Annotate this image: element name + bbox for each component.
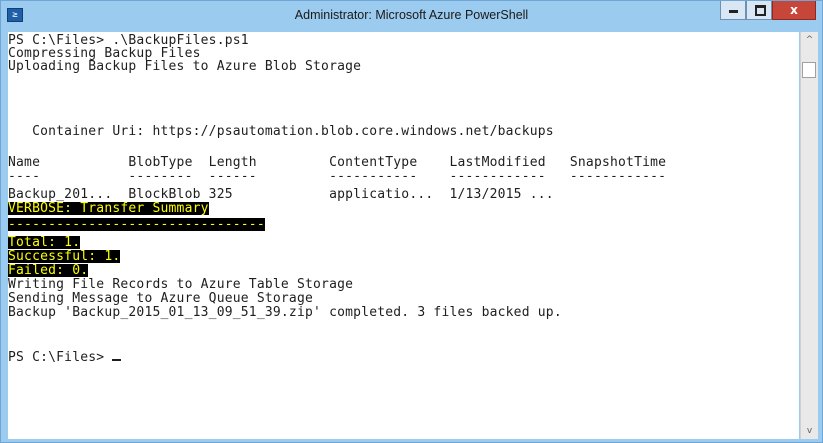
verbose-line: -------------------------------- [8,217,265,232]
scroll-up-icon[interactable]: ^ [801,32,818,48]
scroll-down-icon[interactable]: v [801,423,818,439]
minimize-button[interactable] [720,1,746,20]
text-cursor [112,359,122,361]
maximize-icon [755,5,766,16]
console-line: Writing File Records to Azure Table Stor… [8,277,354,292]
prompt-text: PS C:\Files> [8,350,113,365]
verbose-line: Failed: 0. [8,263,89,278]
table-row: Backup_201... BlockBlob 325 applicatio..… [8,187,554,202]
console-line: Container Uri: https://psautomation.blob… [8,124,554,139]
table-header-row: Name BlobType Length ContentType LastMod… [8,155,667,170]
table-separator-row: ---- -------- ------ ----------- -------… [8,169,667,184]
close-button[interactable]: x [772,1,816,20]
window-title: Administrator: Microsoft Azure PowerShel… [294,8,529,22]
verbose-line: VERBOSE: Transfer Summary [8,201,209,216]
close-icon: x [790,3,798,17]
powershell-window: ≥ Administrator: Microsoft Azure PowerSh… [0,0,823,443]
console-output[interactable]: PS C:\Files> .\BackupFiles.ps1 Compressi… [8,32,799,439]
scroll-thumb[interactable] [802,62,816,78]
verbose-line: Successful: 1. [8,249,121,264]
window-controls: x [720,1,816,21]
maximize-button[interactable] [746,1,772,20]
title-bar[interactable]: ≥ Administrator: Microsoft Azure PowerSh… [1,1,822,31]
verbose-line: Total: 1. [8,235,81,250]
console-line: Backup 'Backup_2015_01_13_09_51_39.zip' … [8,305,562,320]
vertical-scrollbar[interactable]: ^ v [800,32,818,439]
console-line: Sending Message to Azure Queue Storage [8,291,314,306]
prompt-line: PS C:\Files> [8,350,122,365]
console-line: Uploading Backup Files to Azure Blob Sto… [8,59,362,74]
minimize-icon [729,10,738,13]
